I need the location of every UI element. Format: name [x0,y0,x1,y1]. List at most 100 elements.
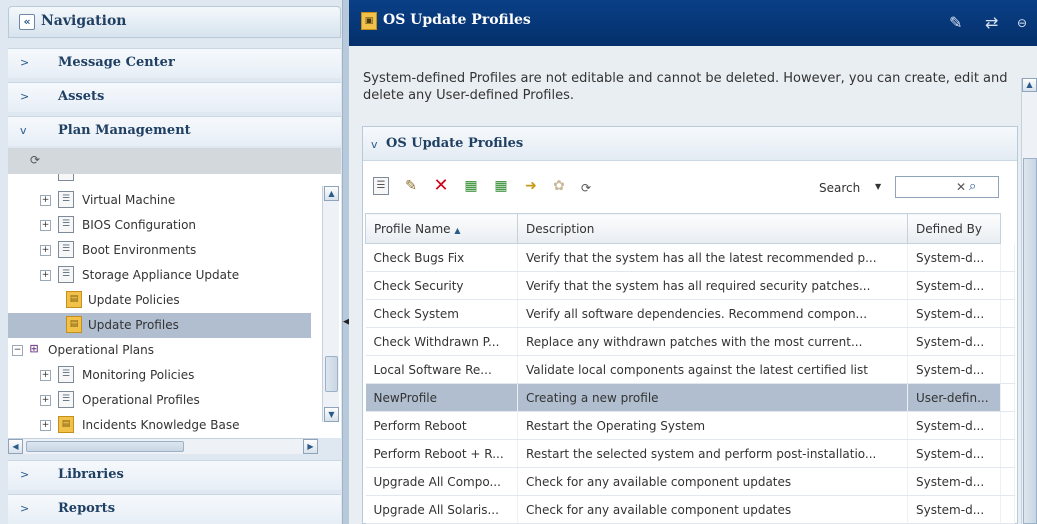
add-profile-icon[interactable]: ▦ [491,176,511,196]
accordion-plan-management[interactable]: v Plan Management [8,116,341,146]
scrollbar-thumb[interactable] [325,356,338,392]
document-icon: ☰ [58,366,74,383]
cell-profile-name: Check Withdrawn P... [365,327,518,356]
scroll-up-icon[interactable]: ▲ [324,186,339,201]
tree-item[interactable]: + ☰ Storage Appliance Update [8,263,311,288]
tree-item[interactable]: + ☰ Boot Environments [8,238,311,263]
cell-description: Replace any withdrawn patches with the m… [517,327,908,356]
cell-description: Restart the Operating System [517,411,908,440]
table-row[interactable]: Upgrade All Solaris... Check for any avai… [365,495,1015,524]
tree-item[interactable]: + ☰ BIOS Configuration [8,213,311,238]
scrollbar-thumb[interactable] [26,441,184,452]
column-profile-name[interactable]: Profile Name ▲ [365,213,518,244]
column-defined-by[interactable]: Defined By [907,213,1001,244]
cell-profile-name: NewProfile [365,383,518,412]
cell-defined-by: System-d... [907,495,1001,524]
cell-description: Verify that the system has all the lates… [517,243,908,272]
table-row[interactable]: Check Bugs Fix Verify that the system has… [365,243,1015,272]
plan-tree: ☰ +☰Virtual Machine+☰BIOS Configuration+… [8,174,341,438]
tree-item[interactable]: ▤ Update Profiles [8,313,311,338]
edit-profile-icon[interactable]: ✎ [401,176,421,196]
switch-icon[interactable]: ⇄ [985,13,998,32]
copy-profile-icon[interactable]: ▦ [461,176,481,196]
expand-icon[interactable]: + [40,395,51,406]
table-row[interactable]: Perform Reboot Restart the Operating Syst… [365,411,1015,440]
table-row[interactable]: NewProfile Creating a new profile User-def… [365,383,1015,412]
deploy-icon[interactable]: ➜ [521,176,541,196]
tree-item-label: Incidents Knowledge Base [82,418,240,432]
cell-filler [1000,495,1015,524]
content-vertical-scrollbar[interactable]: ▲ [1021,78,1037,524]
navigation-header: « Navigation [8,6,341,38]
scroll-up-icon[interactable]: ▲ [1022,78,1037,92]
delete-icon[interactable]: ✕ [431,176,451,196]
accordion-assets[interactable]: > Assets [8,82,341,112]
link-icon[interactable]: ⊖ [1017,16,1027,30]
collapse-navigation-button[interactable]: « [19,14,35,30]
clear-search-icon[interactable]: ✕ [956,180,966,194]
tree-item[interactable]: ▤ Update Policies [8,288,311,313]
column-description[interactable]: Description [517,213,908,244]
chevron-right-icon: > [20,90,30,103]
chevron-right-icon: > [20,502,30,515]
content-header: ▣ OS Update Profiles ✎ ⇄ ⊖ [349,0,1037,46]
accordion-reports[interactable]: > Reports [8,494,341,524]
tree-item-label: BIOS Configuration [82,218,197,232]
table-row[interactable]: Local Software Re... Validate local compo… [365,355,1015,384]
view-profile-icon[interactable]: ☰ [373,177,389,195]
expand-icon[interactable]: + [40,370,51,381]
expand-icon[interactable]: + [40,245,51,256]
column-filler [1000,213,1015,244]
plan-management-toolbar: ⟳ [8,148,341,174]
cell-profile-name: Local Software Re... [365,355,518,384]
tree-item[interactable]: + ☰ Virtual Machine [8,188,311,213]
expand-icon[interactable]: + [40,420,51,431]
expand-icon[interactable]: + [40,195,51,206]
tree-item-label: Operational Plans [48,343,155,357]
chevron-down-icon[interactable]: v [371,138,378,151]
accordion-libraries[interactable]: > Libraries [8,460,341,490]
refresh-icon[interactable]: ⟳ [581,181,591,195]
scrollbar-thumb[interactable] [1023,158,1037,524]
settings-disabled-icon: ✿ [553,178,565,194]
chevron-right-icon: > [20,468,30,481]
chevron-down-icon[interactable]: ▼ [875,182,881,191]
table-row[interactable]: Upgrade All Compo... Check for any availa… [365,467,1015,496]
scroll-left-icon[interactable]: ◀ [8,439,23,454]
cell-filler [1000,299,1015,328]
accordion-label: Message Center [58,55,175,70]
folder-icon: ▤ [58,416,74,433]
expand-icon[interactable]: + [40,220,51,231]
page-title: OS Update Profiles [383,12,531,28]
cell-filler [1000,243,1015,272]
tree-vertical-scrollbar[interactable]: ▲ ▼ [322,186,339,422]
accordion-label: Libraries [58,467,124,482]
cell-profile-name: Perform Reboot [365,411,518,440]
search-input[interactable] [895,176,999,198]
tree-item[interactable]: − ⊞ Operational Plans [8,338,311,363]
cell-defined-by: System-d... [907,355,1001,384]
edit-notes-icon[interactable]: ✎ [949,13,962,32]
cell-defined-by: User-defin... [907,383,1001,412]
cell-filler [1000,383,1015,412]
collapse-icon[interactable]: − [12,345,23,356]
search-icon[interactable]: ⌕ [969,179,976,194]
scroll-right-icon[interactable]: ▶ [303,439,318,454]
table-row[interactable]: Check System Verify all software dependen… [365,299,1015,328]
tree-item[interactable]: + ☰ Operational Profiles [8,388,311,413]
folder-icon: ▤ [66,316,82,333]
tree-horizontal-scrollbar[interactable]: ◀ ▶ [8,438,318,454]
refresh-icon[interactable]: ⟳ [30,153,40,167]
profiles-box-header[interactable]: v OS Update Profiles [363,127,1017,161]
scroll-down-icon[interactable]: ▼ [324,407,339,422]
cell-description: Restart the selected system and perform … [517,439,908,468]
search-label[interactable]: Search [819,181,860,195]
chevron-right-icon: > [20,56,30,69]
tree-item[interactable]: + ☰ Monitoring Policies [8,363,311,388]
table-row[interactable]: Check Security Verify that the system has… [365,271,1015,300]
tree-item[interactable]: + ▤ Incidents Knowledge Base [8,413,311,438]
table-row[interactable]: Check Withdrawn P... Replace any withdraw… [365,327,1015,356]
expand-icon[interactable]: + [40,270,51,281]
table-row[interactable]: Perform Reboot + R... Restart the selecte… [365,439,1015,468]
accordion-message-center[interactable]: > Message Center [8,48,341,78]
